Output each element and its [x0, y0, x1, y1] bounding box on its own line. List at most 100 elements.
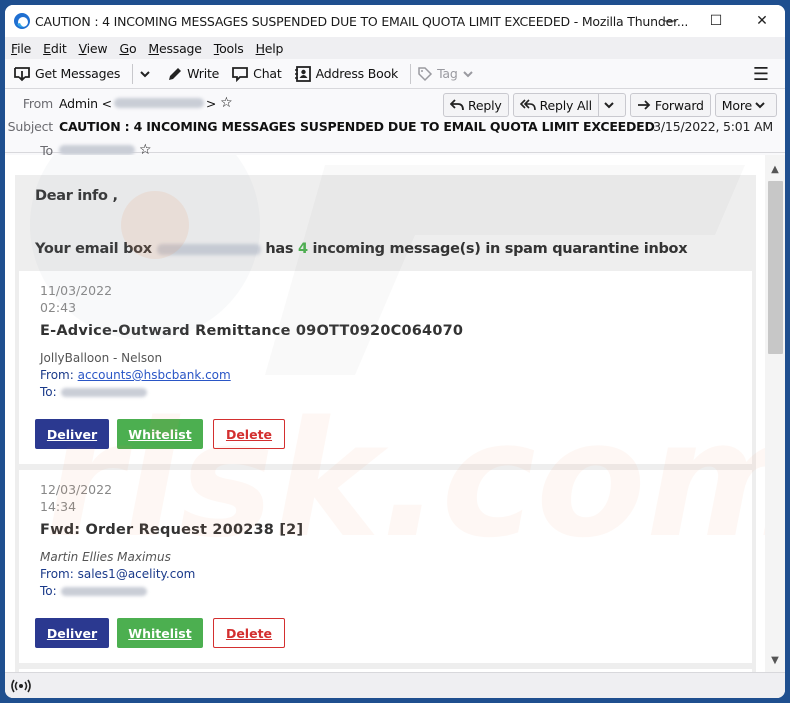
message-sender: Martin Ellies Maximus	[40, 550, 171, 564]
menu-message[interactable]: Message	[148, 41, 202, 56]
menu-edit[interactable]: Edit	[43, 40, 67, 56]
download-icon	[14, 66, 30, 81]
message-to: To:	[40, 584, 147, 598]
message-sender: JollyBalloon - Nelson	[40, 351, 163, 365]
forward-button[interactable]: Forward	[629, 93, 711, 117]
menu-edit-accel: E	[43, 40, 51, 56]
message-time: 02:43	[40, 300, 77, 315]
toolbar-separator	[410, 63, 412, 84]
reply-label: Reply	[468, 97, 502, 113]
close-button[interactable]: ✕	[739, 5, 785, 37]
scroll-down-icon[interactable]: ▼	[765, 652, 785, 668]
scrollbar-thumb[interactable]	[768, 181, 783, 354]
from-email-link[interactable]: accounts@hsbcbank.com	[78, 368, 231, 382]
tag-label: Tag	[437, 66, 458, 81]
deliver-button[interactable]: Deliver	[35, 419, 109, 449]
subject-value: CAUTION : 4 INCOMING MESSAGES SUSPENDED …	[59, 119, 655, 134]
intro-mid: has	[265, 241, 294, 257]
more-button[interactable]: More	[714, 93, 777, 117]
from-name[interactable]: Admin <	[59, 96, 112, 111]
menu-view[interactable]: View	[79, 41, 108, 56]
get-messages-dropdown[interactable]	[139, 62, 155, 86]
vertical-scrollbar[interactable]: ▲ ▼	[765, 155, 785, 672]
menu-view-label: iew	[86, 40, 108, 56]
intro-text: Your email box has 4 incoming message(s)…	[35, 241, 688, 257]
write-button[interactable]: Write	[167, 62, 219, 86]
mailbox-redacted	[156, 243, 261, 255]
from-email: sales1@acelity.com	[77, 567, 196, 581]
whitelist-button[interactable]: Whitelist	[117, 618, 203, 648]
delete-button[interactable]: Delete	[213, 618, 285, 648]
to-email-redacted	[60, 388, 147, 397]
greeting: Dear info ,	[35, 188, 118, 204]
menu-help-label: elp	[264, 40, 284, 56]
pencil-icon	[169, 67, 182, 80]
message-subject: E-Advice-Outward Remittance 09OTT0920C06…	[40, 323, 464, 339]
to-label: To:	[40, 385, 57, 399]
app-menu-icon[interactable]: ☰	[753, 64, 769, 85]
reply-icon	[450, 99, 464, 111]
quarantine-notice: Dear info , Your email box has 4 incomin…	[15, 175, 756, 672]
menu-go-accel: G	[119, 40, 129, 56]
title-bar: CAUTION : 4 INCOMING MESSAGES SUSPENDED …	[5, 5, 785, 37]
reply-all-icon	[519, 99, 536, 111]
more-label: More	[721, 97, 752, 113]
menu-bar: File Edit View Go Message Tools Help	[5, 37, 785, 59]
reply-all-button[interactable]: Reply All	[512, 93, 626, 117]
thunderbird-window: CAUTION : 4 INCOMING MESSAGES SUSPENDED …	[5, 5, 785, 698]
address-book-icon	[294, 65, 311, 82]
scroll-up-icon[interactable]: ▲	[765, 161, 785, 177]
message-to: To:	[40, 385, 147, 399]
menu-tools-label: ools	[219, 40, 244, 56]
chevron-down-icon	[462, 70, 473, 77]
from-email-redacted	[113, 98, 204, 108]
menu-file[interactable]: File	[11, 41, 31, 56]
message-time: 14:34	[40, 499, 77, 514]
star-icon[interactable]: ☆	[220, 95, 233, 111]
status-bar	[5, 672, 785, 698]
message-date: 3/15/2022, 5:01 AM	[653, 119, 773, 134]
online-status-icon[interactable]	[11, 679, 31, 693]
menu-help[interactable]: Help	[256, 41, 284, 56]
intro-suffix: incoming message(s) in spam quarantine i…	[312, 241, 688, 257]
from-label: From:	[40, 567, 74, 581]
to-email-redacted[interactable]	[59, 145, 135, 155]
message-date: 12/03/2022	[40, 482, 113, 497]
header-actions: Reply Reply All Forward More	[439, 93, 777, 117]
message-from: From: accounts@hsbcbank.com	[40, 368, 231, 382]
chat-button[interactable]: Chat	[231, 62, 282, 86]
address-book-button[interactable]: Address Book	[294, 62, 398, 86]
main-toolbar: Get Messages Write Chat Address Book Tag…	[5, 59, 785, 89]
from-close-bracket: >	[205, 95, 217, 111]
from-row: From Admin < > ☆	[5, 95, 233, 111]
chat-bubble-icon	[232, 66, 249, 82]
write-label: Write	[187, 66, 220, 81]
delete-button[interactable]: Delete	[213, 419, 285, 449]
to-label: To:	[40, 584, 57, 598]
tag-button[interactable]: Tag	[417, 62, 478, 86]
whitelist-button[interactable]: Whitelist	[117, 419, 203, 449]
address-book-label: Address Book	[315, 66, 399, 81]
minimize-button[interactable]: —	[647, 5, 693, 37]
message-header: From Admin < > ☆ Subject CAUTION : 4 INC…	[5, 89, 785, 158]
get-messages-label: Get Messages	[35, 66, 121, 81]
deliver-button[interactable]: Deliver	[35, 618, 109, 648]
menu-tools[interactable]: Tools	[214, 41, 244, 56]
forward-arrow-icon	[637, 100, 651, 110]
menu-go[interactable]: Go	[119, 41, 136, 56]
from-label: From	[22, 95, 53, 111]
maximize-button[interactable]: ☐	[693, 5, 739, 37]
reply-button[interactable]: Reply	[443, 93, 509, 117]
chevron-down-icon	[755, 102, 765, 109]
quarantined-message-card: 11/03/2022 02:43 E-Advice-Outward Remitt…	[19, 271, 752, 464]
reply-all-dropdown[interactable]	[597, 94, 619, 116]
get-messages-button[interactable]: Get Messages	[13, 62, 120, 86]
message-count: 4	[297, 241, 308, 257]
menu-help-accel: H	[255, 40, 265, 56]
from-label: From:	[40, 368, 74, 382]
reply-all-label: Reply All	[539, 97, 592, 113]
menu-view-accel: V	[78, 40, 87, 56]
message-body: Dear info , Your email box has 4 incomin…	[5, 155, 785, 672]
message-date: 11/03/2022	[40, 283, 113, 298]
menu-edit-label: dit	[50, 40, 67, 56]
